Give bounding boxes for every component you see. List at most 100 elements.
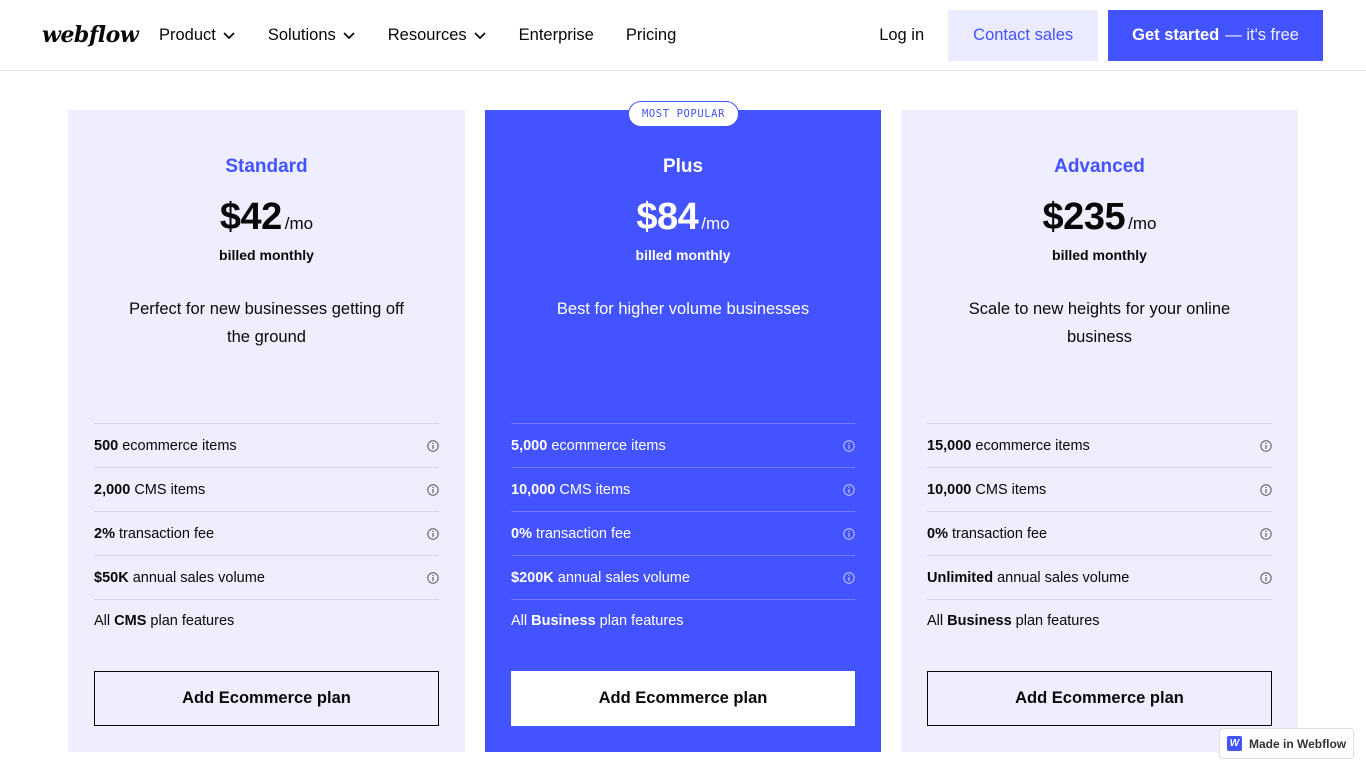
plan-period: /mo [284, 214, 314, 233]
all-plan: CMS [114, 612, 147, 629]
billing-note: billed monthly [635, 247, 731, 263]
nav-pricing[interactable]: Pricing [626, 26, 676, 45]
all-suffix: plan features [595, 612, 684, 629]
feature-text: Unlimited annual sales volume [927, 570, 1129, 586]
feature-row: $50K annual sales volume [94, 555, 439, 599]
feature-text: All CMS plan features [94, 613, 234, 629]
feature-row: 5,000 ecommerce items [511, 423, 855, 467]
nav-enterprise[interactable]: Enterprise [519, 26, 594, 45]
webflow-logo[interactable]: webflow [42, 22, 139, 48]
nav-actions: Log in Contact sales Get started — it's … [879, 10, 1323, 61]
add-ecommerce-plan-button[interactable]: Add Ecommerce plan [927, 671, 1272, 726]
plan-description: Best for higher volume businesses [556, 300, 810, 318]
made-in-webflow-badge[interactable]: W Made in Webflow [1219, 728, 1354, 759]
nav-product[interactable]: Product [159, 26, 236, 45]
feature-row: 10,000 CMS items [511, 467, 855, 511]
all-plan: Business [947, 612, 1012, 629]
billing-note: billed monthly [219, 247, 314, 263]
feature-row-all: All CMS plan features [94, 599, 439, 641]
info-icon[interactable] [843, 571, 855, 584]
info-icon[interactable] [1260, 483, 1272, 496]
nav-resources[interactable]: Resources [388, 26, 487, 45]
add-ecommerce-plan-button[interactable]: Add Ecommerce plan [94, 671, 439, 726]
billing-note: billed monthly [1052, 247, 1147, 263]
feature-row: 2% transaction fee [94, 511, 439, 555]
plan-description: Scale to new heights for your online bus… [968, 300, 1231, 346]
nav-solutions-label: Solutions [267, 25, 336, 44]
all-suffix: plan features [146, 612, 235, 629]
feature-label: ecommerce items [547, 437, 666, 454]
feature-label: CMS items [130, 481, 206, 498]
feature-text: 10,000 CMS items [511, 482, 630, 498]
feature-row: Unlimited annual sales volume [927, 555, 1272, 599]
feature-text: 2% transaction fee [94, 526, 214, 542]
plan-description: Perfect for new businesses getting off t… [129, 300, 404, 346]
feature-text: $50K annual sales volume [94, 570, 265, 586]
feature-list: 15,000 ecommerce items 10,000 CMS items … [927, 423, 1272, 641]
feature-label: transaction fee [947, 525, 1048, 542]
info-icon[interactable] [1260, 527, 1272, 540]
feature-value: $50K [94, 569, 129, 586]
plan-price: $235 [1042, 196, 1126, 238]
login-link[interactable]: Log in [879, 26, 924, 45]
feature-text: $200K annual sales volume [511, 570, 690, 586]
get-started-sub: — it's free [1225, 26, 1299, 44]
plan-card-advanced: Advanced $235/mo billed monthly Scale to… [901, 110, 1298, 752]
feature-value: 0% [511, 525, 532, 542]
feature-text: All Business plan features [927, 613, 1100, 629]
nav-product-label: Product [159, 25, 216, 44]
info-icon[interactable] [427, 439, 439, 452]
made-in-webflow-label: Made in Webflow [1249, 736, 1347, 751]
feature-label: transaction fee [114, 525, 215, 542]
feature-label: CMS items [555, 481, 631, 498]
plan-name: Plus [662, 156, 704, 177]
feature-label: annual sales volume [553, 569, 690, 586]
plan-period: /mo [701, 214, 730, 233]
nav-resources-label: Resources [387, 25, 467, 44]
feature-value: 5,000 [511, 437, 548, 454]
all-prefix: All [94, 612, 115, 629]
get-started-label: Get started [1132, 26, 1220, 44]
feature-value: 2,000 [94, 481, 131, 498]
plan-name: Advanced [1054, 156, 1145, 177]
feature-text: 0% transaction fee [511, 526, 631, 542]
plan-price: $84 [636, 196, 699, 238]
feature-value: 15,000 [927, 437, 972, 454]
get-started-button[interactable]: Get started — it's free [1108, 10, 1323, 61]
price-row: $84/mo [485, 196, 881, 239]
feature-value: Unlimited [927, 569, 994, 586]
nav-solutions[interactable]: Solutions [268, 26, 356, 45]
all-suffix: plan features [1011, 612, 1100, 629]
feature-row: $200K annual sales volume [511, 555, 855, 599]
info-icon[interactable] [843, 527, 855, 540]
all-plan: Business [531, 612, 596, 629]
feature-text: 2,000 CMS items [94, 482, 205, 498]
feature-value: 2% [94, 525, 115, 542]
feature-label: CMS items [971, 481, 1047, 498]
feature-label: transaction fee [531, 525, 632, 542]
nav-links: Product Solutions Resources Enterprise P… [159, 0, 708, 70]
feature-value: $200K [511, 569, 554, 586]
feature-label: ecommerce items [971, 437, 1090, 454]
feature-row: 500 ecommerce items [94, 423, 439, 467]
info-icon[interactable] [843, 439, 855, 452]
info-icon[interactable] [843, 483, 855, 496]
info-icon[interactable] [427, 527, 439, 540]
plan-name: Standard [225, 156, 308, 177]
webflow-logo-icon: W [1227, 736, 1242, 751]
contact-sales-button[interactable]: Contact sales [948, 10, 1099, 61]
feature-value: 10,000 [511, 481, 556, 498]
feature-value: 500 [94, 437, 119, 454]
feature-row-all: All Business plan features [927, 599, 1272, 641]
feature-list: 500 ecommerce items 2,000 CMS items 2% t… [94, 423, 439, 641]
info-icon[interactable] [1260, 439, 1272, 452]
info-icon[interactable] [427, 483, 439, 496]
feature-label: annual sales volume [128, 569, 265, 586]
add-ecommerce-plan-button[interactable]: Add Ecommerce plan [511, 671, 855, 726]
most-popular-badge: MOST POPULAR [628, 101, 739, 127]
info-icon[interactable] [1260, 571, 1272, 584]
feature-value: 0% [927, 525, 948, 542]
nav-enterprise-label: Enterprise [518, 25, 594, 44]
info-icon[interactable] [427, 571, 439, 584]
feature-row: 0% transaction fee [927, 511, 1272, 555]
